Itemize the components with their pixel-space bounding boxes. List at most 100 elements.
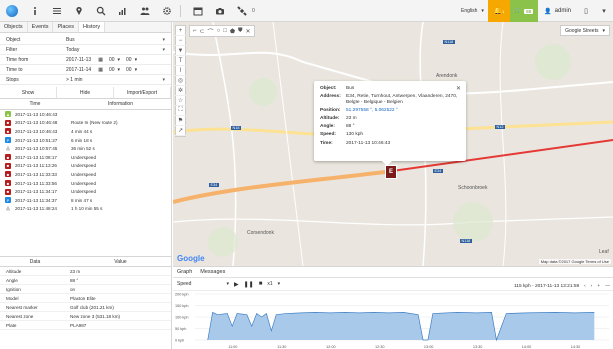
speed-event-icon: ■ <box>5 154 11 161</box>
route-icon[interactable]: ⌒ <box>208 27 214 36</box>
calendar-icon[interactable] <box>189 2 207 20</box>
cart-icon: 🛒 <box>514 8 522 14</box>
history-row[interactable]: ■ 2017-11-13 11:33:33 Underspeed <box>0 170 171 179</box>
search-icon[interactable] <box>92 2 110 20</box>
language-select[interactable]: English ▾ <box>457 5 488 17</box>
tab-events[interactable]: Events <box>28 22 54 32</box>
zoom-in-button[interactable]: + <box>597 284 600 289</box>
time-to-hour[interactable]: 00 <box>109 67 115 73</box>
shield-icon[interactable]: ⛊ <box>238 28 243 35</box>
zoom-out-button[interactable]: — <box>605 284 610 289</box>
object-select[interactable]: Object Bus ▾ <box>0 35 171 45</box>
info-table-header: Data Value <box>0 256 171 267</box>
tab-graph[interactable]: Graph <box>173 269 196 275</box>
calendar-icon[interactable]: ▦ <box>98 67 103 73</box>
tab-places[interactable]: Places <box>53 22 79 32</box>
polyline-icon[interactable]: ⊂ <box>200 28 205 35</box>
more-icon[interactable]: ▾ <box>595 0 613 22</box>
info-key: Plate <box>6 322 17 328</box>
fullscreen-icon[interactable]: ⛶ <box>175 106 186 116</box>
users-icon[interactable] <box>136 2 154 20</box>
show-button[interactable]: Show <box>0 87 57 98</box>
zoom-out-button[interactable]: − <box>175 36 186 46</box>
history-row[interactable]: ■ 2017-11-13 11:34:17 Underspeed <box>0 187 171 196</box>
graph-sensor-select[interactable]: Speed ▾ <box>177 281 229 287</box>
globe-icon[interactable] <box>6 4 18 17</box>
text-icon[interactable]: T <box>175 56 186 66</box>
time-to-date[interactable]: 2017-11-14 <box>66 67 91 73</box>
flag-icon[interactable]: ⚑ <box>175 116 186 126</box>
user-menu[interactable]: 👤 admin <box>538 8 577 15</box>
popup-speed-label: Speed: <box>320 132 336 138</box>
speed-multiplier[interactable]: x1 <box>267 281 272 287</box>
stop-icon[interactable]: ■ <box>259 281 263 287</box>
alerts-button[interactable]: 🔔 1 <box>487 0 510 22</box>
history-info: Underspeed <box>71 154 97 160</box>
play-icon[interactable]: ▶ <box>234 281 239 288</box>
time-from-hour[interactable]: 00 <box>109 57 115 63</box>
info-icon[interactable] <box>26 2 44 20</box>
list-icon[interactable] <box>48 2 66 20</box>
map-label-schoonbroek: Schoonbroek <box>458 185 488 191</box>
globe-icon[interactable]: ◎ <box>175 76 186 86</box>
tab-history[interactable]: History <box>79 22 106 32</box>
map-type-select[interactable]: Google Streets ▾ <box>560 25 610 36</box>
chevron-down-icon: ▾ <box>277 281 281 287</box>
history-row[interactable]: P 2017-11-13 11:34:37 8 min 47 s <box>0 196 171 205</box>
history-row[interactable]: ⁂ 2017-11-13 11:48:24 1 h 10 min 55 s <box>0 205 171 214</box>
import-export-button[interactable]: Import/Export <box>114 87 171 98</box>
close-icon[interactable]: ✕ <box>456 85 461 92</box>
calendar-icon[interactable]: ▦ <box>98 57 103 63</box>
gear-icon[interactable]: ✲ <box>175 86 186 96</box>
chart-icon[interactable] <box>114 2 132 20</box>
circle-icon[interactable]: ○ <box>217 28 221 34</box>
arrow-icon[interactable]: ↗ <box>175 126 186 136</box>
history-info: 1 h 10 min 55 s <box>71 206 103 212</box>
toolbar-divider <box>180 4 181 17</box>
left-tabs: Objects Events Places History <box>0 22 171 33</box>
star-icon[interactable]: ☆ <box>175 96 186 106</box>
close-icon[interactable]: ✕ <box>246 28 251 35</box>
event-marker[interactable]: E <box>385 165 397 179</box>
popup-time-label: Time: <box>320 140 333 146</box>
tab-messages[interactable]: Messages <box>196 269 229 275</box>
google-logo: Google <box>177 254 205 263</box>
satellite-icon[interactable] <box>233 2 251 20</box>
speed-area <box>207 312 595 340</box>
pin-icon[interactable] <box>70 2 88 20</box>
chevron-right-icon[interactable]: › <box>591 284 593 289</box>
stops-select[interactable]: Stops > 1 min ▾ <box>0 75 171 85</box>
route-icon[interactable]: ⌇ <box>175 66 186 76</box>
chevron-left-icon[interactable]: ‹ <box>584 284 586 289</box>
square-icon[interactable]: □ <box>223 28 227 34</box>
popup-position-link[interactable]: 51.297558 °, 5.062522 ° <box>346 108 460 114</box>
history-row[interactable]: ⁂ 2017-11-13 10:57:45 36 min 52 s <box>0 144 171 153</box>
zoom-in-button[interactable]: + <box>175 26 186 36</box>
history-row[interactable]: ■ 2017-11-13 10:46:43 4 min 44 s <box>0 127 171 136</box>
data-column-header: Data <box>29 258 41 265</box>
pause-icon[interactable]: ❚❚ <box>244 281 254 288</box>
filter-icon[interactable]: ▼ <box>175 46 186 56</box>
map-attribution[interactable]: Map data ©2017 Google Terms of Use <box>538 259 611 264</box>
history-row[interactable]: ■ 2017-11-13 11:33:56 Underspeed <box>0 179 171 188</box>
hide-button[interactable]: Hide <box>57 87 114 98</box>
ruler-icon[interactable]: ⌐ <box>193 28 197 34</box>
tab-objects[interactable]: Objects <box>0 22 28 32</box>
gear-icon[interactable] <box>158 2 176 20</box>
map-view[interactable]: + − ▼ T ⌇ ◎ ✲ ☆ ⛶ ⚑ ↗ ⌐ ⊂ ⌒ ○ □ ⬟ ⛊ ✕ Go… <box>173 22 613 266</box>
marker-icon[interactable]: ⬟ <box>230 28 235 35</box>
time-to-minute[interactable]: 00 <box>126 67 132 73</box>
history-row[interactable]: P 2017-11-13 10:51:27 6 min 18 s <box>0 136 171 145</box>
info-value: 88 ° <box>70 277 79 283</box>
time-from-minute[interactable]: 00 <box>126 57 132 63</box>
camera-icon[interactable] <box>211 2 229 20</box>
mobile-icon[interactable]: ▯ <box>577 0 595 22</box>
history-row[interactable]: ■ 2017-11-13 10:46:48 Route In (New route … <box>0 119 171 128</box>
time-from-date[interactable]: 2017-11-13 <box>66 57 91 63</box>
history-row[interactable]: ■ 2017-11-13 11:13:26 Underspeed <box>0 162 171 171</box>
filter-select[interactable]: Filter Today ▾ <box>0 45 171 55</box>
history-row[interactable]: ■ 2017-11-13 11:08:17 Underspeed <box>0 153 171 162</box>
cart-button[interactable]: 🛒 88 <box>509 0 539 22</box>
history-row[interactable]: ▲ 2017-11-13 10:46:43 <box>0 110 171 119</box>
speed-chart[interactable]: 200 kph 150 kph 100 kph 50 kph 0 kph 11:00 11:… <box>173 292 613 349</box>
